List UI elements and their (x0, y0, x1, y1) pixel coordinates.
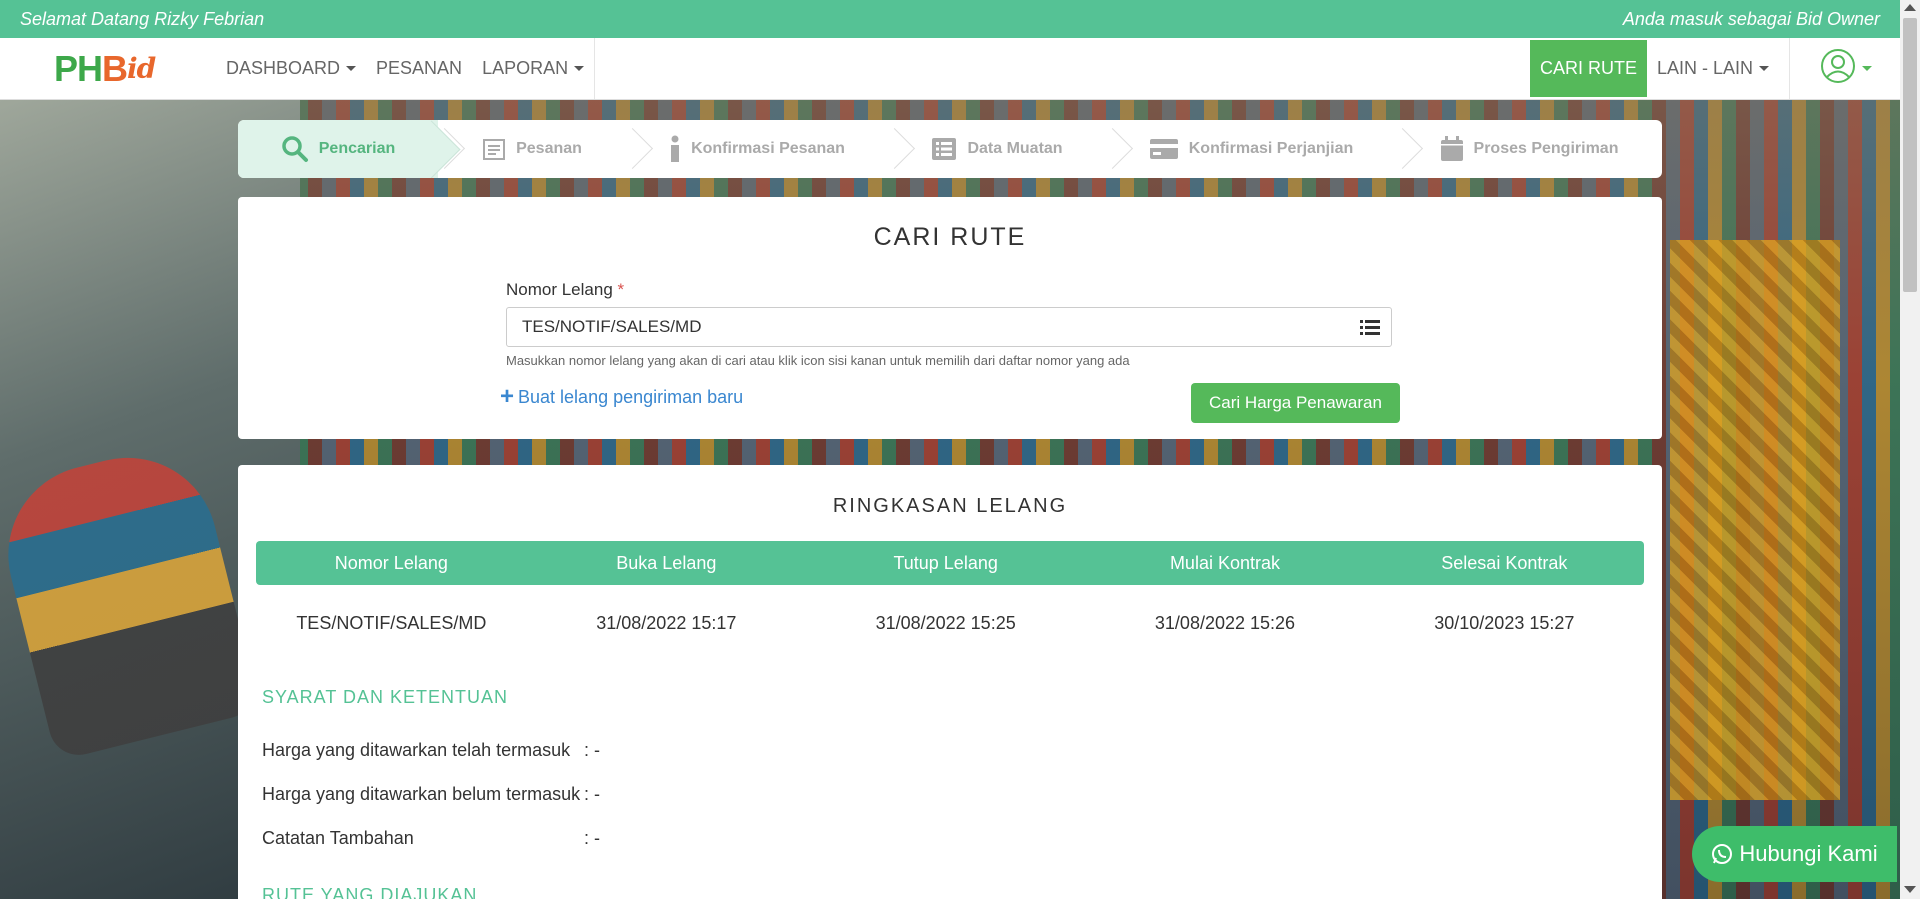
wizard-step-konfirmasi-perjanjian[interactable]: Konfirmasi Perjanjian (1106, 120, 1396, 178)
term-value: : - (584, 784, 600, 804)
scroll-down-arrow-icon[interactable] (1904, 886, 1916, 893)
wizard-step-data-muatan[interactable]: Data Muatan (888, 120, 1106, 178)
contact-whatsapp-button[interactable]: Hubungi Kami (1692, 826, 1897, 882)
search-icon (281, 135, 309, 163)
column-header: Nomor Lelang (256, 541, 527, 585)
nomor-lelang-input[interactable] (506, 307, 1392, 347)
user-avatar-icon (1820, 48, 1856, 89)
logo-text-id: id (127, 52, 156, 85)
nav-cari-rute[interactable]: CARI RUTE (1529, 40, 1647, 97)
role-text: Anda masuk sebagai Bid Owner (1622, 8, 1880, 29)
nav-dashboard[interactable]: DASHBOARD (216, 38, 366, 99)
phbid-logo[interactable]: PH Bid (0, 38, 200, 99)
nav-lain-lain-label: LAIN - LAIN (1656, 58, 1753, 78)
search-route-panel: CARI RUTE Nomor Lelang * Masukkan nomor … (238, 197, 1662, 439)
term-key: Harga yang ditawarkan belum termasuk (262, 784, 581, 804)
nav-menu-left: DASHBOARD PESANAN LAPORAN (200, 38, 596, 99)
whatsapp-icon (1711, 843, 1733, 865)
nav-laporan-label: LAPORAN (482, 58, 569, 78)
term-key: Harga yang ditawarkan telah termasuk (262, 740, 571, 760)
table-cell: 31/08/2022 15:26 (1154, 612, 1296, 633)
nav-lain-lain[interactable]: LAIN - LAIN (1647, 38, 1779, 99)
table-cell: 30/10/2023 15:27 (1434, 612, 1575, 633)
route-section-title: RUTE YANG DIAJUKAN (262, 885, 478, 899)
nav-dashboard-label: DASHBOARD (226, 58, 341, 78)
column-header: Buka Lelang (526, 541, 806, 585)
port-crane (1670, 240, 1840, 800)
wizard-step-label: Konfirmasi Perjanjian (1188, 140, 1354, 157)
term-value: : - (584, 828, 600, 848)
order-wizard: Pencarian Pesanan Konfirmasi Pesanan Dat… (238, 120, 1662, 178)
table-cell: TES/NOTIF/SALES/MD (296, 612, 487, 633)
term-row: Harga yang ditawarkan telah termasuk : - (262, 740, 600, 761)
nav-pesanan-label: PESANAN (376, 58, 463, 78)
caret-down-icon (346, 66, 357, 71)
list-alt-icon (931, 137, 957, 161)
cari-harga-button[interactable]: Cari Harga Penawaran (1191, 383, 1400, 423)
column-header: Mulai Kontrak (1085, 541, 1365, 585)
table-header-row: Nomor Lelang Buka Lelang Tutup Lelang Mu… (256, 541, 1644, 585)
welcome-text: Selamat Datang Rizky Febrian (20, 8, 265, 29)
term-key: Catatan Tambahan (262, 828, 414, 848)
caret-down-icon (1759, 66, 1769, 71)
wizard-step-konfirmasi-pesanan[interactable]: Konfirmasi Pesanan (626, 120, 888, 178)
summary-title: RINGKASAN LELANG (832, 495, 1068, 517)
logo-text-ph: PH (54, 47, 103, 89)
logo-text-b: B (102, 47, 128, 89)
calendar-icon (1440, 136, 1464, 162)
caret-down-icon (1862, 66, 1872, 71)
wizard-step-label: Pencarian (318, 140, 396, 157)
create-new-auction-label: Buat lelang pengiriman baru (518, 386, 744, 407)
caret-down-icon (574, 66, 585, 71)
list-picker-icon[interactable] (1360, 318, 1380, 336)
table-row: TES/NOTIF/SALES/MD 31/08/2022 15:17 31/0… (256, 585, 1644, 661)
panel-title: CARI RUTE (873, 223, 1027, 251)
input-help-text: Masukkan nomor lelang yang akan di cari … (506, 353, 1130, 368)
welcome-bar: Selamat Datang Rizky Febrian Anda masuk … (0, 0, 1900, 38)
main-navbar: PH Bid DASHBOARD PESANAN LAPORAN CARI RUT… (0, 38, 1900, 100)
contact-whatsapp-label: Hubungi Kami (1739, 841, 1878, 866)
term-value: : - (584, 740, 600, 760)
wizard-step-pesanan[interactable]: Pesanan (438, 120, 626, 178)
summary-table: Nomor Lelang Buka Lelang Tutup Lelang Mu… (256, 541, 1644, 661)
page-scrollbar[interactable] (1900, 0, 1920, 899)
create-new-auction-link[interactable]: + Buat lelang pengiriman baru (500, 385, 743, 409)
nav-laporan[interactable]: LAPORAN (472, 38, 594, 99)
plus-icon: + (500, 383, 515, 410)
wizard-step-proses-pengiriman[interactable]: Proses Pengiriman (1396, 120, 1662, 178)
terms-section-title: SYARAT DAN KETENTUAN (262, 687, 509, 707)
scroll-up-arrow-icon[interactable] (1904, 4, 1916, 11)
user-menu[interactable] (1790, 38, 1900, 99)
wizard-step-label: Konfirmasi Pesanan (691, 140, 845, 157)
table-cell: 31/08/2022 15:17 (596, 612, 737, 633)
nomor-lelang-label-text: Nomor Lelang (506, 280, 613, 299)
calendar-list-icon (482, 137, 506, 161)
wizard-step-pencarian[interactable]: Pencarian (238, 120, 438, 178)
term-row: Catatan Tambahan : - (262, 828, 600, 849)
wizard-step-label: Proses Pengiriman (1473, 140, 1619, 157)
wizard-step-label: Data Muatan (967, 140, 1063, 157)
nomor-lelang-label: Nomor Lelang * (506, 280, 624, 300)
auction-summary-panel: RINGKASAN LELANG Nomor Lelang Buka Lelan… (238, 465, 1662, 899)
nav-menu-right: CARI RUTE LAIN - LAIN (1529, 38, 1900, 99)
nav-pesanan[interactable]: PESANAN (366, 38, 472, 99)
column-header: Selesai Kontrak (1364, 541, 1644, 585)
scroll-thumb[interactable] (1903, 18, 1917, 292)
column-header: Tutup Lelang (805, 541, 1086, 585)
nav-cari-rute-label: CARI RUTE (1539, 58, 1637, 78)
table-cell: 31/08/2022 15:25 (875, 612, 1016, 633)
wizard-step-label: Pesanan (516, 140, 582, 157)
info-icon (669, 135, 681, 163)
term-row: Harga yang ditawarkan belum termasuk: - (262, 784, 600, 805)
credit-card-icon (1149, 137, 1179, 161)
required-mark: * (617, 280, 625, 299)
